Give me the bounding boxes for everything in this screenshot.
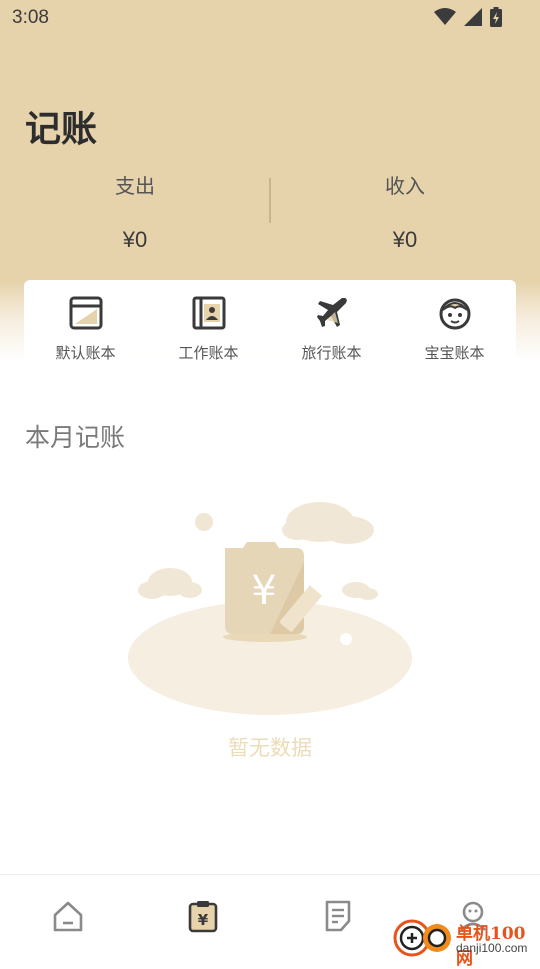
- nav-notes[interactable]: [270, 875, 405, 961]
- page-title: 记账: [25, 109, 98, 150]
- empty-illustration: ¥: [128, 502, 412, 715]
- nav-ledger[interactable]: ¥: [135, 875, 270, 961]
- battery-icon: [490, 7, 502, 27]
- notes-icon: [325, 900, 350, 932]
- nav-home[interactable]: [0, 875, 135, 961]
- book-travel[interactable]: 旅行账本: [270, 280, 393, 380]
- home-icon: [53, 901, 82, 932]
- signal-icon: [464, 8, 482, 26]
- income-value: ¥0: [392, 227, 418, 252]
- book-baby[interactable]: 宝宝账本: [393, 280, 516, 380]
- baby-face-icon: [439, 298, 470, 330]
- book-label: 旅行账本: [301, 344, 362, 362]
- status-icons: [434, 6, 502, 28]
- income-label: 收入: [385, 174, 425, 198]
- status-time: 3:08: [12, 7, 49, 28]
- book-default[interactable]: 默认账本: [24, 280, 147, 380]
- empty-state-text: 暂无数据: [228, 736, 312, 760]
- work-book-icon: [192, 296, 225, 330]
- default-book-icon: [69, 296, 102, 330]
- watermark-logo-icon: [393, 919, 451, 957]
- book-label: 工作账本: [178, 344, 239, 362]
- watermark: 单机100网 danji100.com: [390, 915, 540, 969]
- book-label: 默认账本: [55, 344, 116, 362]
- airplane-icon: [316, 298, 347, 327]
- section-title: 本月记账: [25, 423, 126, 452]
- watermark-url: danji100.com: [456, 941, 528, 955]
- book-work[interactable]: 工作账本: [147, 280, 270, 380]
- expense-value: ¥0: [122, 227, 148, 252]
- svg-text:¥: ¥: [251, 568, 276, 614]
- wifi-icon: [434, 8, 456, 25]
- ledger-icon: ¥: [188, 901, 217, 933]
- svg-text:¥: ¥: [197, 911, 208, 929]
- expense-label: 支出: [115, 174, 155, 198]
- book-list: 默认账本 工作账本 旅行账本 宝宝账本: [24, 280, 516, 380]
- book-label: 宝宝账本: [424, 344, 485, 362]
- income-stat[interactable]: 收入 ¥0: [270, 170, 540, 253]
- status-bar: 3:08: [0, 0, 540, 36]
- expense-stat[interactable]: 支出 ¥0: [0, 170, 270, 253]
